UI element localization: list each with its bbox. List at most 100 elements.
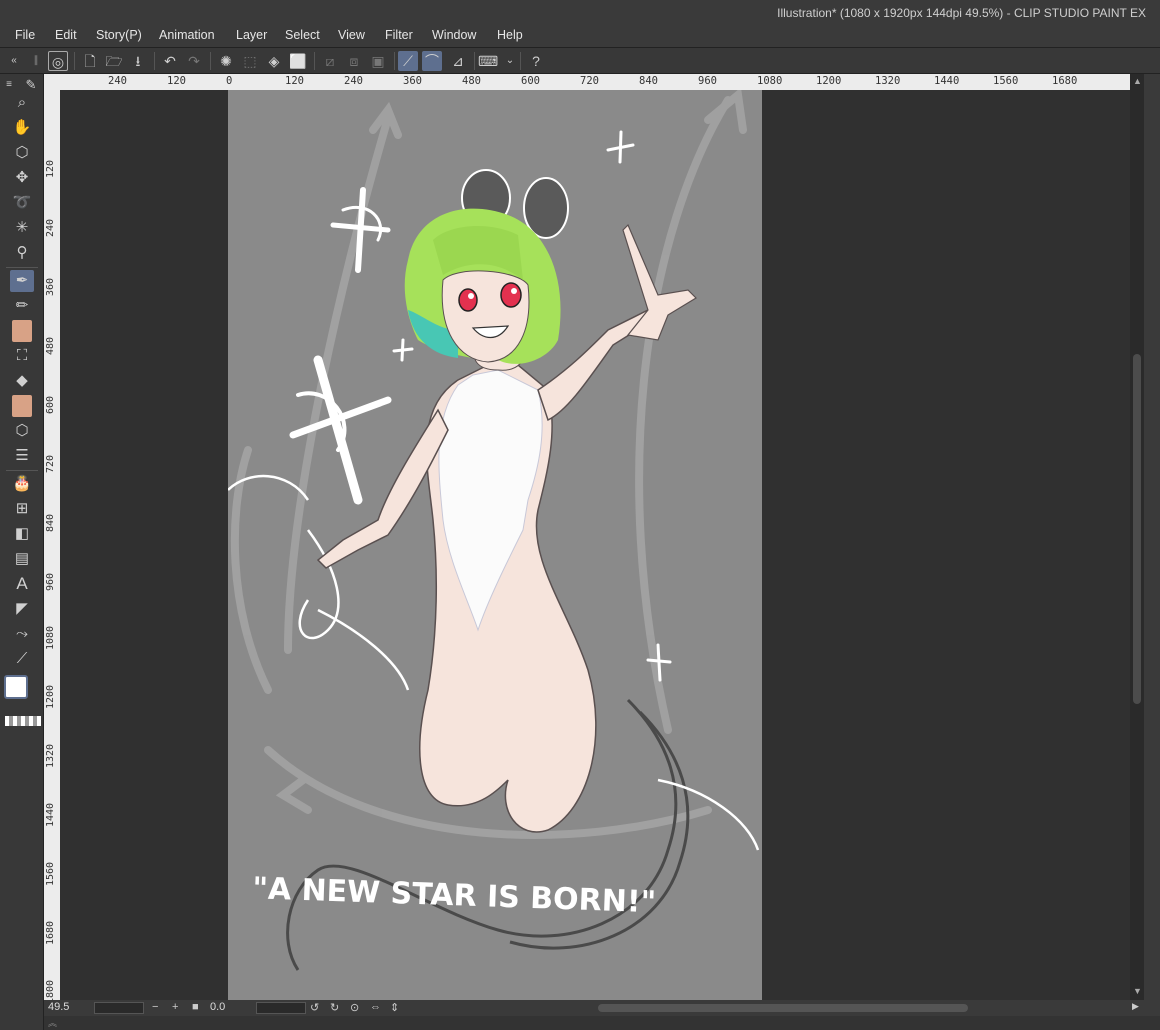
ruler-tick-label: 960 — [698, 75, 717, 87]
horizontal-ruler: 240 120 0 120 240 360 480 600 720 840 960 1080 1200 1… — [60, 74, 1130, 90]
scroll-down-icon[interactable]: ▼ — [1133, 986, 1142, 996]
lasso-icon[interactable]: ➰ — [10, 192, 34, 214]
ruler-icon[interactable]: ⟋ — [10, 648, 34, 670]
redo-icon[interactable]: ↷ — [184, 51, 204, 71]
window-title: Illustration* (1080 x 1920px 144dpi 49.5… — [777, 6, 1146, 20]
ruler-tick-label: 1200 — [45, 684, 56, 709]
new-file-icon[interactable]: 🗋 — [80, 51, 100, 71]
fill-icon[interactable]: ◈ — [264, 51, 284, 71]
menu-edit[interactable]: Edit — [55, 28, 77, 42]
menu-view[interactable]: View — [338, 28, 365, 42]
gradient-icon[interactable]: ◧ — [10, 523, 34, 545]
blend-preset-icon[interactable] — [12, 395, 32, 417]
ruler-tick-label: 1680 — [45, 920, 56, 945]
illustration: "A NEW STAR IS BORN!" — [228, 90, 760, 971]
open-file-icon[interactable]: 🗁 — [104, 51, 124, 71]
menu-animation[interactable]: Animation — [159, 28, 215, 42]
command-bar: « ∥ ◎ 🗋 🗁 ⭳ ↶ ↷ ✺ ⬚ ◈ ⬜ ⧄ ⧈ ▣ ⟋ ⌒ ⊿ ⌨ ⌄ … — [0, 48, 1160, 74]
fit-icon[interactable]: ■ — [192, 1001, 199, 1013]
ruler-tick-label: 480 — [45, 336, 56, 355]
menu-story[interactable]: Story(P) — [96, 28, 142, 42]
transform-icon[interactable]: ⬜ — [288, 51, 308, 71]
ruler-tick-label: 1440 — [934, 75, 960, 87]
frame-icon[interactable]: ▣ — [368, 51, 388, 71]
expand-icon[interactable]: ︽ — [48, 1016, 57, 1029]
vertical-scroll-thumb[interactable] — [1133, 354, 1141, 704]
menu-file[interactable]: File — [15, 28, 35, 42]
scroll-up-icon[interactable]: ▲ — [1133, 76, 1142, 86]
horizontal-scroll-thumb[interactable] — [598, 1004, 968, 1012]
object-icon[interactable]: ⬡ — [10, 142, 34, 164]
ruler-tick-label: 600 — [521, 75, 540, 87]
correct-line-icon[interactable]: ⤳ — [10, 623, 34, 645]
ruler-tick-label: 1320 — [875, 75, 901, 87]
clip-studio-icon[interactable]: ◎ — [48, 51, 68, 71]
flip-icon[interactable]: ⇔ — [370, 1001, 381, 1013]
scroll-right-icon[interactable]: ▶ — [1132, 1001, 1139, 1012]
grid-icon[interactable]: ⊞ — [10, 498, 34, 520]
reset-rotation-icon[interactable]: ⊙ — [350, 1001, 359, 1014]
clear-selection-icon[interactable]: ⬚ — [240, 51, 260, 71]
canvas[interactable]: "A NEW STAR IS BORN!" — [228, 90, 762, 1000]
menu-layer[interactable]: Layer — [236, 28, 267, 42]
help-icon[interactable]: ? — [526, 51, 546, 71]
undo-icon[interactable]: ↶ — [160, 51, 180, 71]
text-icon[interactable]: A — [10, 573, 34, 595]
menu-select[interactable]: Select — [285, 28, 320, 42]
airbrush-icon[interactable]: ⛶ — [10, 345, 34, 367]
special-ruler-icon[interactable]: ⊿ — [448, 51, 468, 71]
ruler-tick-label: 120 — [167, 75, 186, 87]
ruler-tick-label: 1680 — [1052, 75, 1078, 87]
main-color-swatch[interactable] — [4, 675, 28, 699]
menu-bar: File Edit Story(P) Animation Layer Selec… — [0, 24, 1160, 48]
menu-window[interactable]: Window — [432, 28, 476, 42]
hand-icon[interactable]: ✋ — [10, 117, 34, 139]
zoom-level[interactable]: 49.5 — [48, 1001, 69, 1013]
chevron-down-icon[interactable]: ⌄ — [500, 51, 520, 71]
rotate-left-icon[interactable]: ↺ — [310, 1001, 319, 1014]
zoom-slider[interactable] — [94, 1002, 144, 1014]
ruler-tick-label: 360 — [45, 277, 56, 296]
trim-icon[interactable]: ⧈ — [344, 51, 364, 71]
eraser-icon[interactable]: ◆ — [10, 370, 34, 392]
ruler-tick-label: 840 — [639, 75, 658, 87]
line-icon[interactable]: ☰ — [10, 445, 34, 467]
rotation-slider[interactable] — [256, 1002, 306, 1014]
menu-filter[interactable]: Filter — [385, 28, 413, 42]
pencil-icon[interactable]: ✏ — [10, 295, 34, 317]
ruler-corner — [44, 74, 60, 90]
rotate-right-icon[interactable]: ↻ — [330, 1001, 339, 1014]
ruler-snap-icon[interactable]: ⟋ — [398, 51, 418, 71]
brush-preset-icon[interactable] — [12, 320, 32, 342]
zoom-out-icon[interactable]: − — [152, 1001, 158, 1013]
grip-icon: ∥ — [33, 55, 39, 66]
ruler-tick-label: 1560 — [45, 861, 56, 886]
no-selection-icon[interactable]: ⧄ — [320, 51, 340, 71]
eyedropper-icon[interactable]: ⚲ — [10, 242, 34, 264]
move-icon[interactable]: ✥ — [10, 167, 34, 189]
balloon-icon[interactable]: ◤ — [10, 598, 34, 620]
frame-border-icon[interactable]: ▤ — [10, 548, 34, 570]
ruler-tick-label: 480 — [462, 75, 481, 87]
tablet-icon[interactable]: ⌨ — [478, 51, 498, 71]
zoom-in-icon[interactable]: + — [172, 1001, 178, 1013]
menu-help[interactable]: Help — [497, 28, 523, 42]
vertical-scrollbar[interactable]: ▲ ▼ — [1130, 74, 1144, 1000]
fill-tool-icon[interactable]: ⬡ — [10, 420, 34, 442]
decoration-icon[interactable]: 🎂 — [10, 473, 34, 495]
ruler-tick-label: 120 — [285, 75, 304, 87]
flip-vertical-icon[interactable]: ⇕ — [390, 1001, 399, 1014]
save-icon[interactable]: ⭳ — [128, 51, 148, 71]
canvas-workspace[interactable]: "A NEW STAR IS BORN!" — [60, 90, 1130, 1000]
curve-snap-icon[interactable]: ⌒ — [422, 51, 442, 71]
ruler-tick-label: 1560 — [993, 75, 1019, 87]
magic-wand-icon[interactable]: ✳ — [10, 217, 34, 239]
pen-icon[interactable]: ✒ — [10, 270, 34, 292]
collapse-icon[interactable]: « — [4, 51, 24, 71]
zoom-icon[interactable]: ⌕ — [10, 92, 34, 114]
ruler-tick-label: 1320 — [45, 743, 56, 768]
rotation-angle[interactable]: 0.0 — [210, 1001, 225, 1013]
progress-icon[interactable]: ✺ — [216, 51, 236, 71]
transparent-color-swatch[interactable] — [5, 716, 41, 726]
ruler-tick-label: 960 — [45, 572, 56, 591]
